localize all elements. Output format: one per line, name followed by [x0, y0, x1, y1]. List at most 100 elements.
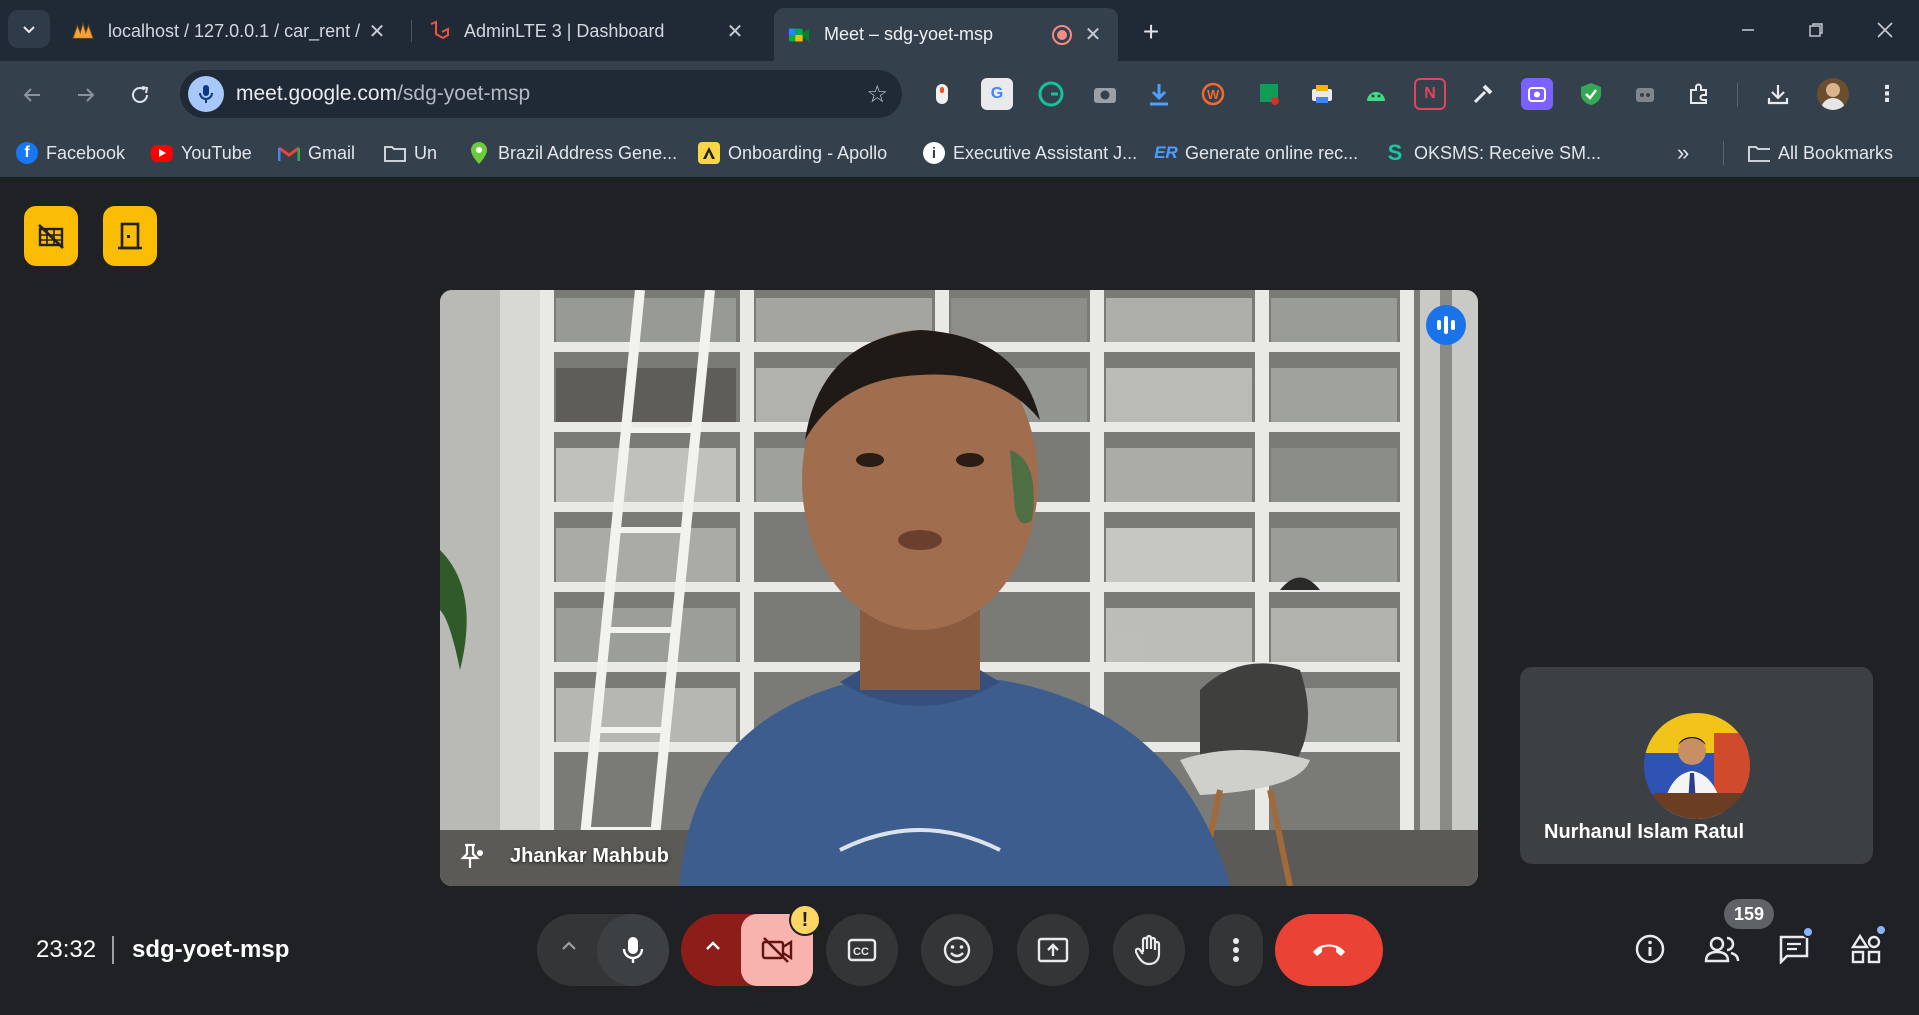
- camera-icon[interactable]: [1089, 78, 1121, 110]
- camera-button[interactable]: !: [741, 904, 821, 986]
- arrow-left-icon: [23, 88, 40, 102]
- bookmark-brazil-address[interactable]: Brazil Address Gene...: [468, 138, 677, 168]
- bookmark-folder-un[interactable]: Un: [384, 138, 437, 168]
- bookmark-youtube[interactable]: YouTube: [151, 138, 252, 168]
- bookmark-generate-receipt[interactable]: ER Generate online rec...: [1154, 138, 1358, 168]
- kebab-menu-icon[interactable]: ⋮: [1871, 78, 1903, 110]
- tab-adminlte[interactable]: AdminLTE 3 | Dashboard ✕: [414, 8, 760, 54]
- printer-extension-icon[interactable]: [1306, 78, 1338, 110]
- notion-extension-icon[interactable]: N: [1414, 78, 1446, 110]
- tab-title: localhost / 127.0.0.1 / car_rent /: [108, 20, 361, 41]
- main-video-tile[interactable]: Jhankar Mahbub: [440, 290, 1478, 886]
- audio-options-button[interactable]: [559, 936, 579, 962]
- puzzle-icon[interactable]: [1683, 78, 1715, 110]
- tab-title: AdminLTE 3 | Dashboard: [464, 20, 665, 41]
- download-manager-icon[interactable]: [1143, 78, 1175, 110]
- grid-off-icon: [38, 224, 64, 249]
- bookmark-executive-assistant[interactable]: i Executive Assistant J...: [923, 138, 1137, 168]
- divider: [112, 936, 114, 964]
- bookmark-facebook[interactable]: f Facebook: [16, 138, 125, 168]
- star-icon[interactable]: ☆: [866, 80, 888, 109]
- tab-phpmyadmin[interactable]: localhost / 127.0.0.1 / car_rent / ✕: [58, 8, 402, 54]
- chevron-down-icon: [23, 26, 35, 34]
- grammarly-icon[interactable]: [1035, 78, 1067, 110]
- video-controls: !: [681, 904, 821, 986]
- raise-hand-button[interactable]: [1113, 914, 1185, 986]
- hang-up-icon: [1313, 944, 1345, 956]
- bookmark-gmail[interactable]: Gmail: [278, 138, 355, 168]
- svg-text:CC: CC: [853, 946, 869, 958]
- google-translate-icon[interactable]: G: [981, 78, 1013, 110]
- meeting-details-button[interactable]: [1625, 924, 1675, 974]
- browser-toolbar: meet.google.com/sdg-yoet-msp ☆ G W N ⋮: [0, 61, 1919, 128]
- close-window-button[interactable]: [1863, 12, 1907, 48]
- self-view-tile[interactable]: Nurhanul Islam Ratul: [1520, 667, 1873, 864]
- minimize-button[interactable]: [1726, 12, 1770, 48]
- minimize-icon: [1742, 29, 1754, 31]
- more-bookmarks-button[interactable]: »: [1677, 138, 1689, 168]
- present-icon: [1037, 937, 1069, 963]
- address-bar[interactable]: meet.google.com/sdg-yoet-msp ☆: [180, 70, 902, 118]
- back-button[interactable]: [14, 77, 50, 113]
- tab-strip: localhost / 127.0.0.1 / car_rent / ✕ Adm…: [0, 0, 1919, 61]
- meeting-code: sdg-yoet-msp: [132, 936, 290, 963]
- facebook-icon: f: [16, 142, 38, 164]
- chat-icon: [1779, 935, 1809, 964]
- close-icon[interactable]: ✕: [1082, 24, 1104, 46]
- pin-icon[interactable]: [454, 838, 490, 874]
- microphone-icon: [622, 937, 644, 963]
- reload-button[interactable]: [122, 77, 158, 113]
- color-picker-icon[interactable]: [1467, 78, 1499, 110]
- sms-icon: S: [1387, 140, 1403, 165]
- captions-button[interactable]: CC: [826, 914, 898, 986]
- chat-button[interactable]: [1769, 924, 1819, 974]
- more-options-button[interactable]: [1209, 914, 1263, 986]
- present-screen-button[interactable]: [1017, 914, 1089, 986]
- people-button[interactable]: [1697, 924, 1747, 974]
- notification-dot: [1875, 924, 1887, 936]
- robot-extension-icon[interactable]: [1629, 78, 1661, 110]
- reactions-button[interactable]: [921, 914, 993, 986]
- profile-avatar[interactable]: [1817, 78, 1849, 110]
- video-options-button[interactable]: [703, 936, 723, 961]
- forward-button[interactable]: [68, 77, 104, 113]
- shield-icon[interactable]: [1575, 78, 1607, 110]
- info-icon: [1635, 934, 1665, 964]
- wordpress-icon[interactable]: W: [1197, 78, 1229, 110]
- er-icon: ER: [1154, 143, 1178, 162]
- leave-call-button[interactable]: [1275, 914, 1383, 986]
- restore-button[interactable]: [1794, 12, 1838, 48]
- bookmark-apollo[interactable]: Onboarding - Apollo: [698, 138, 887, 168]
- warning-badge: !: [789, 904, 821, 936]
- android-extension-icon[interactable]: [1360, 78, 1392, 110]
- downloads-icon[interactable]: [1762, 78, 1794, 110]
- all-bookmarks-button[interactable]: All Bookmarks: [1748, 138, 1893, 168]
- tab-search-button[interactable]: [8, 10, 50, 48]
- microphone-icon[interactable]: [188, 76, 224, 112]
- microphone-button[interactable]: [597, 914, 669, 986]
- chevron-up-icon: [562, 941, 576, 950]
- bookmark-oksms[interactable]: S OKSMS: Receive SM...: [1384, 138, 1601, 168]
- activities-button[interactable]: [1841, 924, 1891, 974]
- hand-icon: [1135, 934, 1161, 966]
- apollo-icon: [698, 142, 720, 164]
- avatar: [1644, 713, 1750, 819]
- url-text: meet.google.com/sdg-yoet-msp: [236, 82, 531, 105]
- arrow-right-icon: [78, 88, 95, 102]
- green-extension-icon[interactable]: [1253, 78, 1285, 110]
- chevron-up-icon: [706, 941, 720, 950]
- exit-door-button[interactable]: [103, 206, 157, 266]
- folder-icon: [1748, 142, 1770, 164]
- close-icon[interactable]: ✕: [366, 20, 388, 43]
- tab-meet[interactable]: Meet – sdg-yoet-msp ✕: [774, 8, 1118, 61]
- folder-icon: [384, 142, 406, 164]
- closed-captions-icon: CC: [847, 938, 877, 962]
- extension-overlay-button[interactable]: [24, 206, 78, 266]
- google-meet-icon: [788, 24, 810, 46]
- phpmyadmin-icon: [72, 20, 94, 42]
- extension-mouse-icon[interactable]: [926, 78, 958, 110]
- close-icon[interactable]: ✕: [724, 20, 746, 43]
- screen-capture-icon[interactable]: [1521, 78, 1553, 110]
- tab-title: Meet – sdg-yoet-msp: [824, 24, 994, 44]
- new-tab-button[interactable]: +: [1133, 14, 1169, 50]
